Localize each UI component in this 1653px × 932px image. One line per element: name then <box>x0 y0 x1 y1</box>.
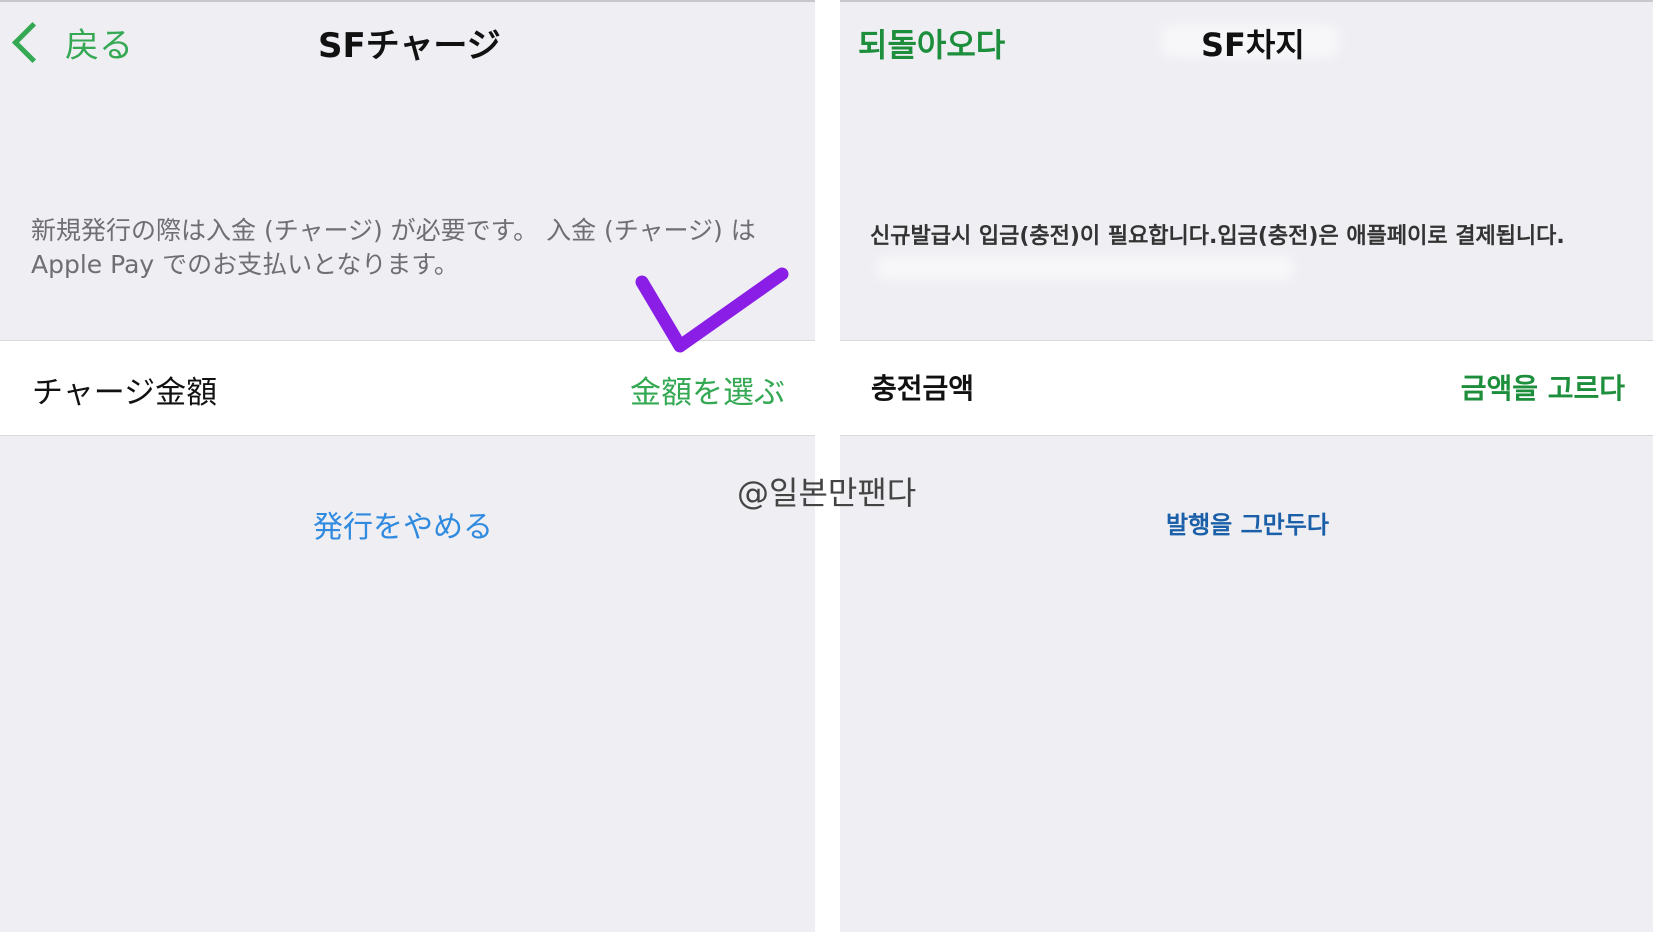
right-panel-korean: 되돌아오다 SF차지 신규발급시 입금(충전)이 필요합니다.입금(충전)은 애… <box>840 0 1653 932</box>
nav-title: SFチャージ <box>318 26 501 66</box>
back-button[interactable]: 되돌아오다 <box>858 20 1005 66</box>
blurred-area <box>875 255 1295 281</box>
select-amount-button[interactable]: 金額を選ぶ <box>630 367 785 412</box>
description-line-1: 新規発行の際は入金 (チャージ) が必要です。 入金 (チャージ) は <box>31 216 756 245</box>
back-label: 戻る <box>65 26 133 66</box>
top-divider <box>0 0 815 2</box>
chevron-left-icon <box>11 21 54 64</box>
left-panel-japanese: 戻る SFチャージ 新規発行の際は入金 (チャージ) が必要です。 入金 (チャ… <box>0 0 815 932</box>
back-button[interactable]: 戻る <box>8 18 133 67</box>
charge-amount-label: チャージ金額 <box>32 375 218 411</box>
blurred-area <box>980 365 1080 405</box>
checkmark-icon <box>635 267 789 353</box>
charge-amount-label: 충전금액 <box>871 372 975 405</box>
cancel-issue-button[interactable]: 발행을 그만두다 <box>1166 505 1329 540</box>
top-divider <box>840 0 1653 2</box>
charge-amount-row[interactable]: 충전금액 금액을 고르다 <box>840 340 1653 436</box>
nav-title: SF차지 <box>1201 26 1305 64</box>
screen: 戻る SFチャージ 新規発行の際は入金 (チャージ) が必要です。 入金 (チャ… <box>0 0 1653 932</box>
select-amount-button[interactable]: 금액을 고르다 <box>1461 367 1625 407</box>
cancel-issue-button[interactable]: 発行をやめる <box>313 502 493 546</box>
watermark: @일본만팬다 <box>737 474 917 512</box>
back-label: 되돌아오다 <box>858 26 1006 64</box>
description: 신규발급시 입금(충전)이 필요합니다.입금(충전)은 애플페이로 결제됩니다. <box>870 224 1565 249</box>
